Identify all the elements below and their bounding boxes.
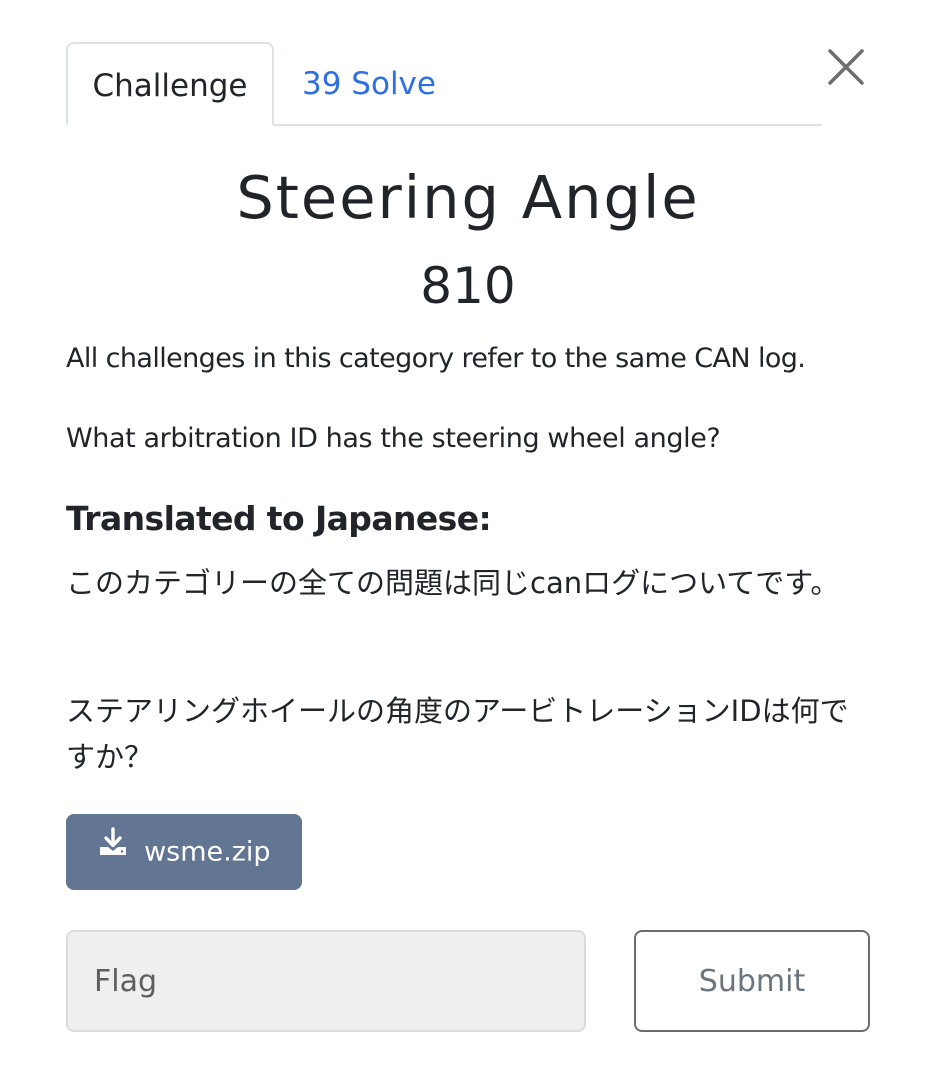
challenge-modal: Challenge 39 Solve Steering Angle 810 Al… — [0, 0, 936, 1066]
translation-heading: Translated to Japanese: — [66, 499, 492, 538]
flag-input[interactable] — [66, 930, 586, 1032]
tab-solves[interactable]: 39 Solve — [294, 42, 444, 126]
challenge-description-line-1: All challenges in this category refer to… — [66, 343, 806, 374]
tab-bar: Challenge 39 Solve — [66, 42, 822, 126]
close-button[interactable] — [826, 47, 866, 87]
challenge-description-line-2: What arbitration ID has the steering whe… — [66, 423, 721, 454]
download-icon — [97, 812, 129, 888]
download-file-label: wsme.zip — [144, 836, 271, 868]
tab-challenge[interactable]: Challenge — [66, 42, 274, 126]
close-icon — [828, 49, 864, 85]
challenge-title: Steering Angle — [236, 163, 700, 232]
japanese-description-line-2: ステアリングホイールの角度のアービトレーションIDは何ですか？ — [66, 694, 849, 774]
challenge-points: 810 — [420, 257, 516, 315]
japanese-description-line-1: このカテゴリーの全ての問題は同じcanログについてです。 — [66, 566, 840, 600]
download-file-button[interactable]: wsme.zip — [66, 814, 302, 890]
submit-button[interactable]: Submit — [634, 930, 870, 1032]
